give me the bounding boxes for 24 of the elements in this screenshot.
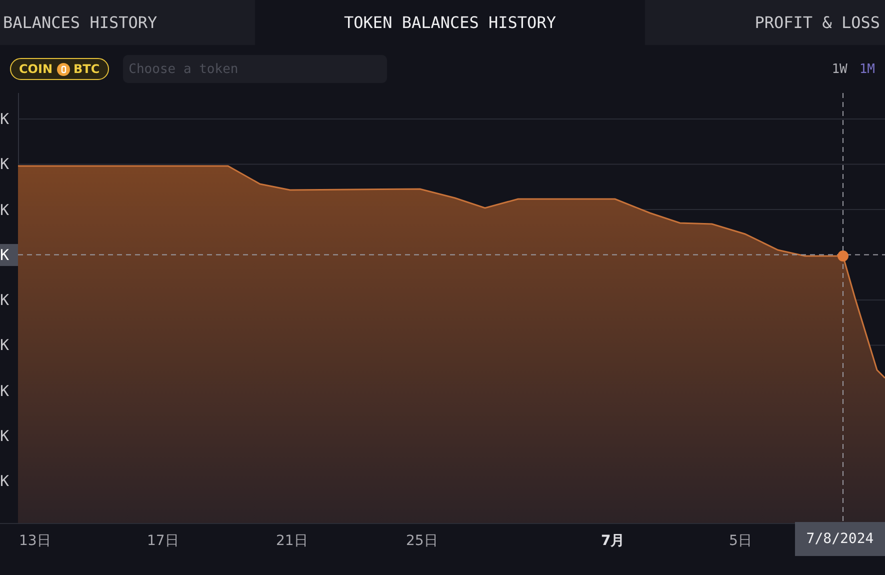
x-axis-label: 25日 xyxy=(406,532,438,550)
coin-symbol: BTC xyxy=(74,62,100,76)
coin-icon xyxy=(56,62,70,76)
x-axis-label: 21日 xyxy=(276,532,308,550)
y-axis-label: K xyxy=(0,335,10,356)
range-button[interactable]: 1M xyxy=(859,62,875,76)
y-axis-label: K xyxy=(0,200,10,220)
y-axis-label: K xyxy=(0,471,10,492)
y-axis-label: K xyxy=(0,154,10,176)
date-tooltip: 7/8/2024 xyxy=(795,522,885,556)
y-axis-label: K xyxy=(0,290,10,311)
y-axis-label: K xyxy=(0,244,18,266)
range-button[interactable]: 1W xyxy=(832,62,848,76)
x-axis-label: 7月 xyxy=(601,532,625,550)
x-axis-label: 5日 xyxy=(729,532,752,550)
y-axis-label: K xyxy=(0,426,10,447)
y-axis-label: K xyxy=(0,109,10,130)
coin-label: COIN xyxy=(19,62,53,76)
tab[interactable]: PROFIT & LOSS xyxy=(645,0,885,45)
tab[interactable]: BALANCES HISTORY xyxy=(0,0,255,45)
x-axis-label: 17日 xyxy=(147,532,179,550)
coin-badge[interactable]: COIN BTC xyxy=(10,58,109,80)
y-axis-label: K xyxy=(0,380,10,402)
x-axis-label: 13日 xyxy=(19,532,51,550)
